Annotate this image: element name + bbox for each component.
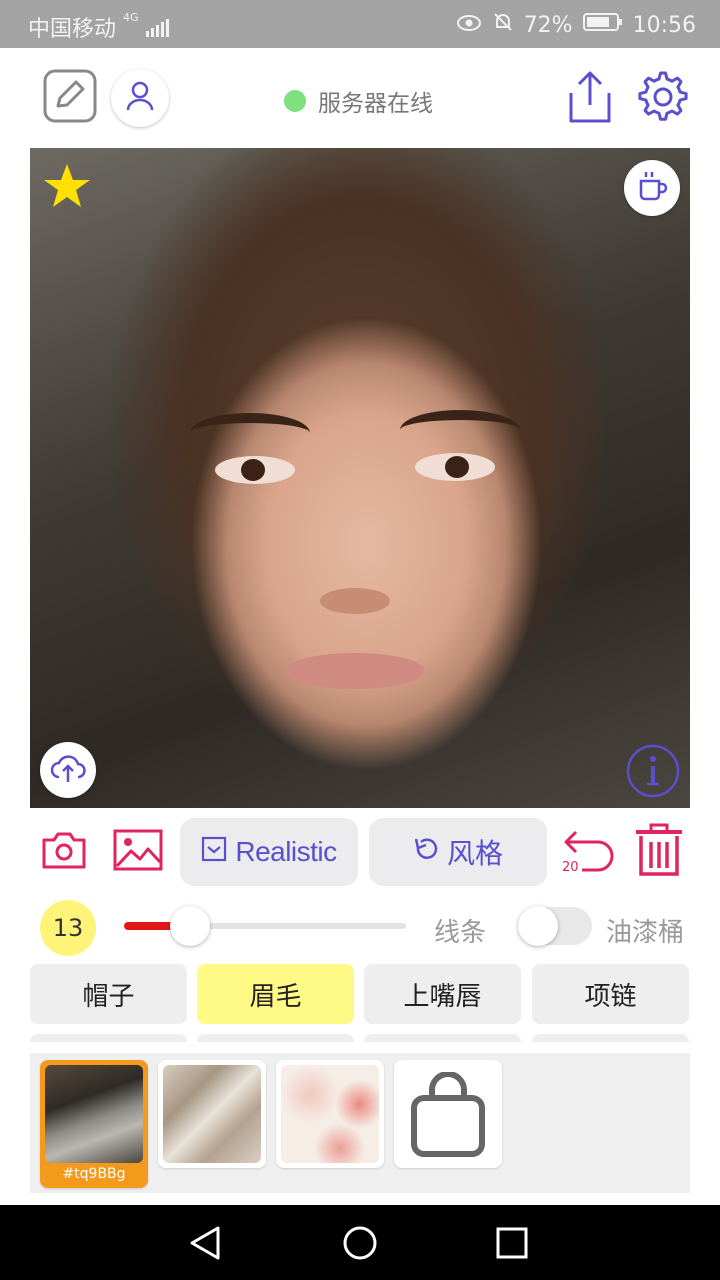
nav-recents-button[interactable] bbox=[496, 1227, 528, 1263]
category-row-peek bbox=[197, 1034, 354, 1042]
bucket-mode-label: 油漆桶 bbox=[606, 918, 685, 948]
texture-tile[interactable] bbox=[158, 1060, 266, 1168]
battery-percent: 72% bbox=[523, 12, 573, 38]
network-type: 4G bbox=[123, 11, 139, 24]
eye-icon bbox=[456, 13, 482, 38]
brush-size-slider-thumb[interactable] bbox=[170, 906, 210, 946]
texture-caption: #tq9BBg bbox=[62, 1166, 126, 1182]
texture-thumbnail bbox=[45, 1065, 143, 1163]
delete-button[interactable] bbox=[632, 822, 686, 882]
nose bbox=[320, 588, 390, 614]
signal-icon bbox=[145, 18, 172, 43]
camera-button[interactable] bbox=[40, 828, 88, 876]
recents-square-icon bbox=[496, 1227, 528, 1263]
profile-button[interactable] bbox=[111, 69, 169, 127]
category-row-peek bbox=[30, 1034, 187, 1042]
texture-thumbnail bbox=[163, 1065, 261, 1163]
nav-back-button[interactable] bbox=[188, 1225, 222, 1265]
cloud-upload-icon bbox=[50, 753, 86, 787]
status-dot bbox=[284, 90, 306, 112]
category-label: 眉毛 bbox=[249, 981, 302, 1012]
info-icon bbox=[626, 744, 680, 802]
shopping-bag-icon bbox=[408, 1071, 488, 1162]
category-label: 上嘴唇 bbox=[403, 981, 482, 1012]
server-status: 服务器在线 bbox=[284, 84, 433, 118]
category-row-peek bbox=[532, 1034, 689, 1042]
mute-bell-icon bbox=[492, 11, 514, 39]
home-circle-icon bbox=[342, 1226, 378, 1265]
toggle-thumb bbox=[518, 906, 558, 946]
mode-realistic-button[interactable]: Realistic bbox=[180, 818, 358, 886]
texture-tile[interactable] bbox=[276, 1060, 384, 1168]
edit-square-icon bbox=[42, 68, 98, 128]
texture-tray: #tq9BBg bbox=[30, 1053, 690, 1193]
trash-icon bbox=[633, 822, 685, 882]
eye-right bbox=[415, 453, 495, 481]
category-hat[interactable]: 帽子 bbox=[30, 964, 187, 1024]
status-right: 72% 10:56 bbox=[456, 11, 696, 39]
back-triangle-icon bbox=[188, 1226, 222, 1265]
image-icon bbox=[113, 829, 163, 875]
star-icon bbox=[42, 164, 92, 214]
coffee-button[interactable] bbox=[624, 160, 680, 216]
category-label: 帽子 bbox=[82, 981, 135, 1012]
settings-button[interactable] bbox=[634, 70, 692, 128]
checkbox-icon bbox=[201, 836, 227, 869]
category-necklace[interactable]: 项链 bbox=[532, 964, 689, 1024]
edit-button[interactable] bbox=[42, 68, 98, 128]
style-button[interactable]: 风格 bbox=[369, 818, 547, 886]
category-row-peek bbox=[364, 1034, 521, 1042]
category-label: 项链 bbox=[584, 981, 637, 1012]
brush-size-value: 13 bbox=[52, 914, 84, 942]
upload-button[interactable] bbox=[40, 742, 96, 798]
user-icon bbox=[125, 80, 155, 116]
mode-label: Realistic bbox=[235, 836, 337, 867]
texture-thumbnail bbox=[281, 1065, 379, 1163]
status-bar: 中国移动 4G 72% 10:56 bbox=[0, 0, 720, 48]
undo-button[interactable]: 20 bbox=[558, 826, 618, 878]
share-icon bbox=[565, 69, 615, 129]
photo-canvas[interactable] bbox=[30, 148, 690, 808]
rotate-icon bbox=[413, 836, 439, 869]
line-mode-label: 线条 bbox=[434, 918, 487, 948]
coffee-cup-icon bbox=[635, 169, 669, 207]
shop-tile[interactable] bbox=[394, 1060, 502, 1168]
eyebrow-right bbox=[400, 410, 520, 450]
brush-size-badge: 13 bbox=[40, 900, 96, 956]
eye-left bbox=[215, 456, 295, 484]
category-eyebrows[interactable]: 眉毛 bbox=[197, 964, 354, 1024]
camera-icon bbox=[41, 830, 87, 874]
texture-tile-selected[interactable]: #tq9BBg bbox=[40, 1060, 148, 1188]
favorite-button[interactable] bbox=[42, 162, 92, 214]
server-status-label: 服务器在线 bbox=[318, 91, 433, 117]
category-upper-lip[interactable]: 上嘴唇 bbox=[364, 964, 521, 1024]
nav-home-button[interactable] bbox=[342, 1225, 378, 1265]
share-button[interactable] bbox=[564, 70, 616, 128]
carrier-label: 中国移动 4G bbox=[28, 11, 172, 43]
info-button[interactable] bbox=[626, 744, 680, 798]
gallery-button[interactable] bbox=[112, 826, 164, 878]
lips bbox=[285, 653, 425, 689]
undo-count: 20 bbox=[562, 860, 579, 875]
eyebrow-left bbox=[190, 413, 310, 453]
gear-icon bbox=[635, 69, 691, 129]
system-nav-bar bbox=[0, 1205, 720, 1280]
battery-icon bbox=[582, 12, 623, 38]
clock: 10:56 bbox=[632, 12, 696, 38]
style-label: 风格 bbox=[446, 837, 503, 870]
bucket-toggle[interactable] bbox=[518, 906, 592, 946]
